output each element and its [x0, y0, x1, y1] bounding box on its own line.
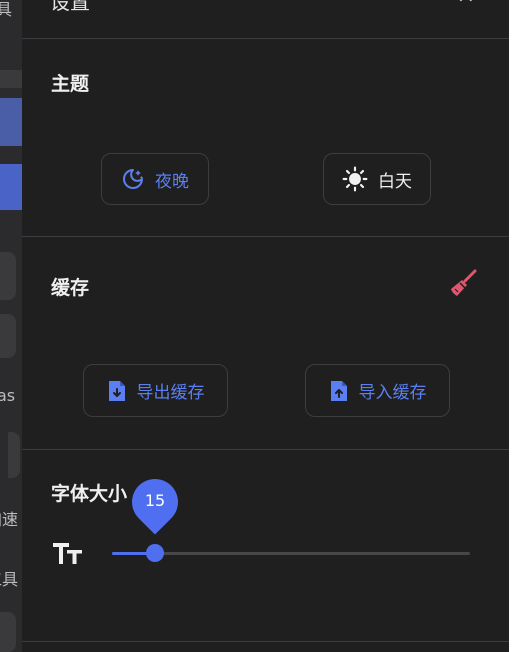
divider	[22, 641, 509, 642]
night-theme-button[interactable]: 夜晚	[101, 153, 209, 205]
slider-value-label: 15	[144, 491, 166, 510]
divider	[22, 236, 509, 237]
font-size-slider[interactable]: 15	[112, 469, 470, 562]
sun-icon	[342, 166, 368, 192]
broom-icon[interactable]	[448, 269, 478, 303]
screen-edge	[509, 0, 526, 652]
file-upload-icon	[329, 379, 349, 403]
bg-button	[0, 252, 16, 300]
bg-fragment-2: as	[0, 386, 16, 405]
divider	[22, 449, 509, 450]
night-theme-label: 夜晚	[155, 171, 189, 192]
divider	[22, 38, 509, 39]
theme-section-title: 主题	[51, 73, 90, 95]
bg-button	[0, 612, 16, 652]
bg-button	[0, 314, 16, 358]
moon-stars-icon	[121, 167, 145, 191]
export-cache-button[interactable]: 导出缓存	[83, 364, 228, 417]
cache-section-title: 缓存	[51, 277, 90, 299]
bg-strip	[0, 70, 22, 88]
import-cache-button[interactable]: 导入缓存	[305, 364, 450, 417]
bg-fragment-4: 工具	[0, 570, 19, 589]
import-cache-label: 导入缓存	[358, 383, 427, 403]
bg-button	[8, 432, 20, 478]
text-size-icon	[52, 540, 84, 570]
drawer-title: 设置	[50, 0, 90, 14]
slider-thumb[interactable]	[146, 544, 164, 562]
day-theme-label: 白天	[378, 171, 412, 192]
bg-highlight	[0, 98, 22, 146]
day-theme-button[interactable]: 白天	[323, 153, 431, 205]
font-size-section-title: 字体大小	[51, 483, 128, 505]
export-cache-label: 导出缓存	[136, 383, 205, 403]
bg-fragment-3: 加速	[0, 510, 19, 529]
close-icon[interactable]: ✕	[457, 0, 475, 9]
file-download-icon	[107, 379, 127, 403]
bg-fragment-1: 具	[0, 0, 13, 19]
bg-highlight	[0, 164, 22, 210]
background-app: 具 as 加速 工具	[0, 0, 22, 652]
settings-drawer: 设置 ✕ 主题 夜晚 白天 缓存	[22, 0, 509, 652]
